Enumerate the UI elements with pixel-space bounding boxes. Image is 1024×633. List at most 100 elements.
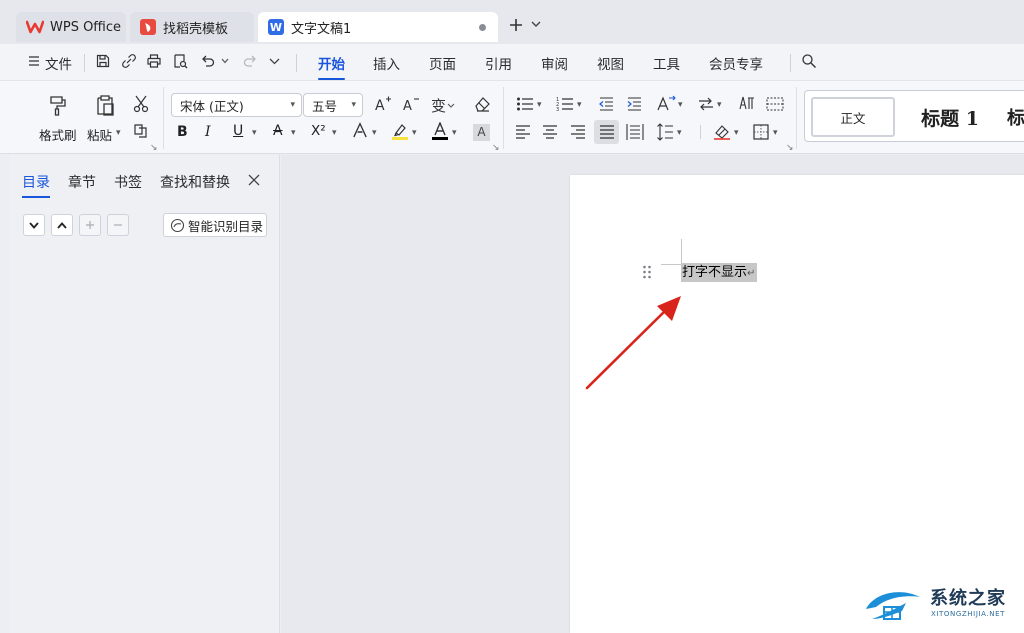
font-name-combo[interactable]: 宋体 (正文) ▾	[171, 93, 302, 117]
distributed-align-icon[interactable]	[626, 123, 644, 141]
svg-text:变: 变	[431, 97, 446, 114]
pane-tab-find-replace[interactable]: 查找和替换	[160, 172, 230, 192]
hamburger-menu-icon[interactable]	[28, 55, 40, 67]
bullet-chevron-icon[interactable]: ▾	[537, 100, 542, 110]
tab-list-chevron-icon[interactable]	[531, 20, 541, 28]
tab-home[interactable]: 开始	[318, 53, 345, 80]
clear-format-icon[interactable]	[473, 95, 491, 113]
paragraph-mark: ↵	[747, 268, 756, 279]
highlight-chevron-icon[interactable]: ▾	[412, 128, 417, 138]
tab-review[interactable]: 审阅	[541, 53, 568, 73]
smart-toc-button[interactable]: 智能识别目录	[163, 213, 267, 237]
underline-chevron-icon[interactable]: ▾	[252, 128, 257, 138]
font-color-chevron-icon[interactable]: ▾	[452, 128, 457, 138]
tab-document-1[interactable]: W 文字文稿1	[258, 12, 498, 42]
grow-font-icon[interactable]: A	[374, 95, 392, 113]
tab-unsaved-dot-icon[interactable]	[479, 24, 486, 31]
chevron-down-icon[interactable]: ▾	[290, 100, 295, 110]
chevron-down-icon[interactable]: ▾	[351, 100, 356, 110]
undo-icon[interactable]	[200, 53, 216, 69]
align-center-icon[interactable]	[542, 125, 558, 139]
text-direction-icon[interactable]	[655, 95, 677, 113]
font-size-combo[interactable]: 五号 ▾	[303, 93, 363, 117]
quick-access-chevron-icon[interactable]	[269, 58, 280, 65]
bold-button[interactable]: B	[177, 124, 188, 140]
paste-label[interactable]: 粘贴	[87, 125, 112, 144]
line-spacing-chevron-icon[interactable]: ▾	[677, 128, 682, 138]
superscript-chevron-icon[interactable]: ▾	[332, 128, 337, 138]
style-normal[interactable]: 正文	[811, 97, 895, 137]
divider	[503, 87, 504, 149]
tab-references[interactable]: 引用	[485, 53, 512, 73]
strikethrough-chevron-icon[interactable]: ▾	[291, 128, 296, 138]
font-launcher-icon[interactable]: ↘	[492, 143, 500, 153]
shading-icon[interactable]	[713, 123, 731, 141]
undo-chevron-icon[interactable]	[221, 58, 229, 64]
style-heading-2[interactable]: 标	[1007, 97, 1024, 137]
borders-chevron-icon[interactable]: ▾	[773, 128, 778, 138]
text-effect-chevron-icon[interactable]: ▾	[372, 128, 377, 138]
copy-icon[interactable]	[133, 123, 149, 139]
tab-page[interactable]: 页面	[429, 53, 456, 73]
document-page[interactable]	[570, 175, 1024, 633]
tab-wps-office[interactable]: WPS Office	[16, 12, 126, 42]
character-shading-button[interactable]: A	[473, 124, 490, 141]
cut-icon[interactable]	[133, 95, 149, 113]
strikethrough-button[interactable]: A	[273, 123, 283, 139]
paste-icon[interactable]	[93, 93, 117, 117]
new-tab-plus-icon[interactable]	[508, 17, 524, 33]
tab-view[interactable]: 视图	[597, 53, 624, 73]
file-menu[interactable]: 文件	[45, 53, 72, 73]
text-direction-chevron-icon[interactable]: ▾	[678, 100, 683, 110]
numbered-list-icon[interactable]: 123	[556, 96, 574, 112]
shrink-font-icon[interactable]: A	[402, 95, 420, 113]
italic-button[interactable]: I	[205, 124, 211, 140]
shading-chevron-icon[interactable]: ▾	[734, 128, 739, 138]
text-effect-icon[interactable]	[351, 122, 369, 140]
collapse-chevron-icon[interactable]	[23, 214, 45, 236]
paste-chevron-icon[interactable]: ▾	[116, 128, 121, 138]
align-left-icon[interactable]	[515, 125, 531, 139]
clipboard-launcher-icon[interactable]: ↘	[150, 143, 158, 153]
decrease-indent-icon[interactable]	[598, 96, 614, 112]
svg-text:A: A	[375, 98, 385, 113]
style-heading-1[interactable]: 标题 1	[905, 97, 995, 137]
paragraph-launcher-icon[interactable]: ↘	[786, 143, 794, 153]
paragraph-mark-icon[interactable]	[738, 95, 756, 113]
pane-tab-bookmarks[interactable]: 书签	[114, 172, 142, 192]
tab-tools[interactable]: 工具	[653, 53, 680, 73]
highlight-icon[interactable]	[391, 122, 409, 140]
phonetic-guide-icon[interactable]: 变	[430, 94, 456, 114]
justify-button[interactable]	[594, 120, 619, 144]
numbered-chevron-icon[interactable]: ▾	[577, 100, 582, 110]
sort-icon[interactable]	[697, 96, 715, 112]
format-painter-icon[interactable]	[47, 93, 69, 117]
tab-docer-templates[interactable]: 找稻壳模板	[130, 12, 254, 42]
drag-handle-icon[interactable]	[642, 265, 652, 279]
expand-chevron-icon[interactable]	[51, 214, 73, 236]
format-painter-label[interactable]: 格式刷	[39, 125, 77, 144]
align-right-icon[interactable]	[570, 125, 586, 139]
save-icon[interactable]	[95, 53, 111, 69]
tab-insert[interactable]: 插入	[373, 53, 400, 73]
search-icon[interactable]	[801, 53, 817, 69]
superscript-button[interactable]: X²	[311, 123, 326, 139]
borders-icon[interactable]	[753, 124, 769, 140]
tab-member[interactable]: 会员专享	[709, 53, 763, 73]
divider	[700, 125, 701, 139]
increase-indent-icon[interactable]	[626, 96, 642, 112]
pane-tab-toc[interactable]: 目录	[22, 172, 50, 198]
line-spacing-icon[interactable]	[656, 123, 674, 141]
table-grid-icon[interactable]	[766, 97, 784, 111]
sort-chevron-icon[interactable]: ▾	[717, 100, 722, 110]
pane-tab-chapters[interactable]: 章节	[68, 172, 96, 192]
selected-text[interactable]: 打字不显示↵	[681, 263, 758, 282]
bullet-list-icon[interactable]	[516, 96, 534, 112]
share-link-icon[interactable]	[121, 53, 137, 69]
close-icon[interactable]	[248, 174, 260, 186]
font-color-icon[interactable]	[431, 122, 449, 140]
watermark-logo-icon	[866, 592, 920, 620]
print-icon[interactable]	[146, 53, 162, 69]
underline-button[interactable]: U	[233, 123, 243, 139]
print-preview-icon[interactable]	[172, 53, 188, 69]
